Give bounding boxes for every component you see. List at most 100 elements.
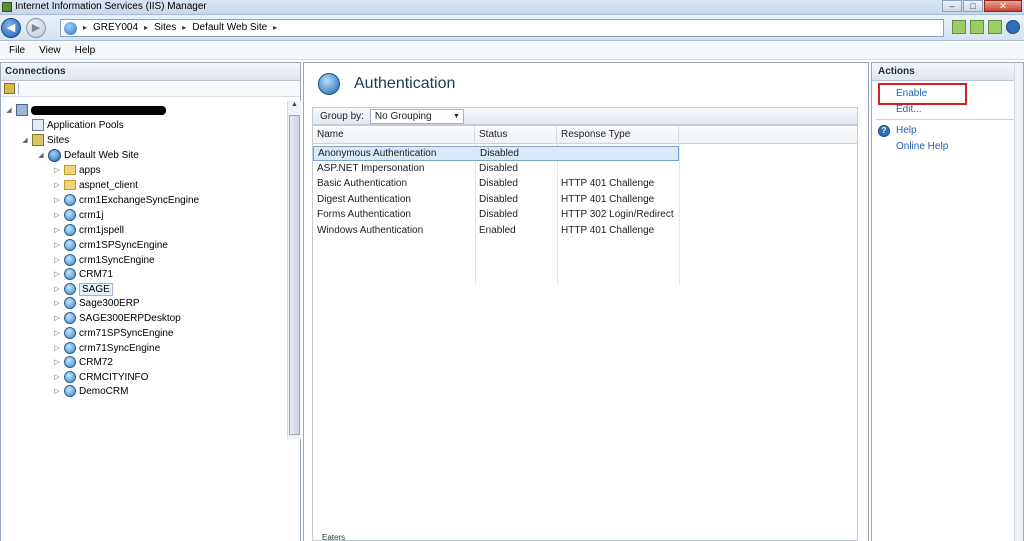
tree-node-default-web-site[interactable]: ◢ Default Web Site xyxy=(37,148,139,162)
actions-scrollbar[interactable] xyxy=(1014,63,1023,541)
sites-icon xyxy=(32,134,44,146)
web-application-icon xyxy=(64,254,76,266)
tree-node-sites[interactable]: ◢ Sites xyxy=(21,133,69,147)
expand-arrow-icon[interactable]: ▷ xyxy=(53,358,61,366)
tree-node-aspnet-client[interactable]: ▷ aspnet_client xyxy=(53,178,138,192)
table-row[interactable]: ASP.NET Impersonation Disabled xyxy=(313,162,859,177)
home-icon[interactable] xyxy=(988,20,1002,34)
breadcrumb[interactable]: ▸ GREY004 ▸ Sites ▸ Default Web Site ▸ xyxy=(60,19,944,37)
cell-status: Enabled xyxy=(479,225,516,236)
help-circle-icon[interactable] xyxy=(1006,20,1020,34)
table-row[interactable]: Basic Authentication Disabled HTTP 401 C… xyxy=(313,177,859,192)
tree-node-crm71spsyncengine[interactable]: ▷ crm71SPSyncEngine xyxy=(53,326,174,340)
tree-node-crm1exchangesyncengine[interactable]: ▷ crm1ExchangeSyncEngine xyxy=(53,193,199,207)
expand-arrow-icon[interactable]: ▷ xyxy=(53,270,61,278)
enable-link[interactable]: Enable xyxy=(896,88,927,99)
web-application-icon xyxy=(64,268,76,280)
tree-node-sage300erpdesktop[interactable]: ▷ SAGE300ERPDesktop xyxy=(53,311,181,325)
table-row[interactable]: Digest Authentication Disabled HTTP 401 … xyxy=(313,193,859,208)
tree-node-label: SAGE300ERPDesktop xyxy=(79,312,181,324)
address-toolbar xyxy=(952,20,1020,34)
expand-arrow-icon[interactable]: ▷ xyxy=(53,373,61,381)
minimize-button[interactable]: – xyxy=(942,0,962,12)
crumb-server[interactable]: GREY004 xyxy=(93,22,138,33)
edit-link[interactable]: Edit... xyxy=(896,104,922,115)
tree-node-sage[interactable]: ▷ SAGE xyxy=(53,282,113,296)
collapse-arrow-icon[interactable]: ◢ xyxy=(21,136,29,144)
web-application-icon xyxy=(64,312,76,324)
help-link[interactable]: Help xyxy=(896,125,917,136)
cell-name: ASP.NET Impersonation xyxy=(317,163,425,174)
close-button[interactable]: ✕ xyxy=(984,0,1022,12)
tree-node-application-pools[interactable]: Application Pools xyxy=(21,118,124,132)
tree-node-apps[interactable]: ▷ apps xyxy=(53,163,100,177)
crumb-sites[interactable]: Sites xyxy=(154,22,176,33)
expand-arrow-icon[interactable]: ▷ xyxy=(53,196,61,204)
scroll-thumb[interactable] xyxy=(289,115,300,435)
menu-file[interactable]: File xyxy=(9,45,25,56)
tree-node-democrm[interactable]: ▷ DemoCRM xyxy=(53,384,128,398)
tree-node-sage300erp[interactable]: ▷ Sage300ERP xyxy=(53,296,140,310)
collapse-arrow-icon[interactable]: ◢ xyxy=(37,151,45,159)
tree-node-label: Default Web Site xyxy=(64,149,139,161)
tree-node-crm1syncengine[interactable]: ▷ crm1SyncEngine xyxy=(53,253,155,267)
expand-arrow-icon[interactable]: ▷ xyxy=(53,181,61,189)
expand-arrow-icon[interactable]: ▷ xyxy=(53,226,61,234)
stop-icon[interactable] xyxy=(970,20,984,34)
tree-node-crm71syncengine[interactable]: ▷ crm71SyncEngine xyxy=(53,341,160,355)
cell-response: HTTP 401 Challenge xyxy=(561,225,655,236)
column-header-name[interactable]: Name xyxy=(313,126,475,144)
online-help-link[interactable]: Online Help xyxy=(896,141,948,152)
tree-node-crm71[interactable]: ▷ CRM71 xyxy=(53,267,113,281)
web-application-icon xyxy=(64,194,76,206)
collapse-arrow-icon[interactable]: ◢ xyxy=(5,106,13,114)
cell-status: Disabled xyxy=(479,178,518,189)
back-arrow-icon[interactable]: ◀ xyxy=(1,18,21,38)
tree-node-server[interactable]: ◢ xyxy=(5,103,166,117)
expand-arrow-icon[interactable]: ▷ xyxy=(53,211,61,219)
web-application-icon xyxy=(64,385,76,397)
expand-arrow-icon[interactable]: ▷ xyxy=(53,166,61,174)
actions-divider xyxy=(876,119,1019,120)
tree-scrollbar[interactable]: ▲ xyxy=(287,101,301,439)
table-row[interactable]: Windows Authentication Enabled HTTP 401 … xyxy=(313,224,859,239)
expand-arrow-icon[interactable]: ▷ xyxy=(53,344,61,352)
table-row[interactable]: Forms Authentication Disabled HTTP 302 L… xyxy=(313,208,859,223)
table-row[interactable]: Anonymous Authentication Disabled xyxy=(313,146,679,161)
expand-arrow-icon[interactable]: ▷ xyxy=(53,256,61,264)
tree-node-crm1jspell[interactable]: ▷ crm1jspell xyxy=(53,223,124,237)
cell-status: Disabled xyxy=(479,163,518,174)
cell-name: Digest Authentication xyxy=(317,194,411,205)
crumb-separator-icon: ▸ xyxy=(83,23,88,32)
application-pools-icon xyxy=(32,119,44,131)
maximize-button[interactable]: □ xyxy=(963,0,983,12)
expand-arrow-icon[interactable]: ▷ xyxy=(53,241,61,249)
expand-arrow-icon[interactable]: ▷ xyxy=(53,299,61,307)
table-header: Name Status Response Type xyxy=(313,126,857,144)
groupby-value: No Grouping xyxy=(374,110,432,122)
expand-arrow-icon[interactable]: ▷ xyxy=(53,329,61,337)
scroll-up-arrow-icon[interactable]: ▲ xyxy=(288,101,301,113)
groupby-select[interactable]: No Grouping ▼ xyxy=(369,108,464,124)
tree-node-label: Application Pools xyxy=(47,119,124,131)
redacted-server-name xyxy=(31,105,166,115)
forward-arrow-icon[interactable]: ▶ xyxy=(26,18,46,38)
expand-arrow-icon[interactable]: ▷ xyxy=(53,387,61,395)
web-application-icon xyxy=(64,327,76,339)
tree-node-crm1j[interactable]: ▷ crm1j xyxy=(53,208,103,222)
menu-view[interactable]: View xyxy=(39,45,61,56)
menu-help[interactable]: Help xyxy=(75,45,96,56)
expand-arrow-icon[interactable]: ▷ xyxy=(53,285,61,293)
cell-name: Forms Authentication xyxy=(317,209,411,220)
tree-node-crm72[interactable]: ▷ CRM72 xyxy=(53,355,113,369)
start-page-icon[interactable] xyxy=(4,83,15,94)
column-header-response-type[interactable]: Response Type xyxy=(557,126,679,144)
connect-icon[interactable] xyxy=(952,20,966,34)
tree-node-crm1spsyncengine[interactable]: ▷ crm1SPSyncEngine xyxy=(53,238,168,252)
tree-node-crmcityinfo[interactable]: ▷ CRMCITYINFO xyxy=(53,370,148,384)
dropdown-arrow-icon: ▼ xyxy=(452,112,460,120)
cell-status: Disabled xyxy=(479,194,518,205)
column-header-status[interactable]: Status xyxy=(475,126,557,144)
expand-arrow-icon[interactable]: ▷ xyxy=(53,314,61,322)
crumb-default-web-site[interactable]: Default Web Site xyxy=(192,22,267,33)
